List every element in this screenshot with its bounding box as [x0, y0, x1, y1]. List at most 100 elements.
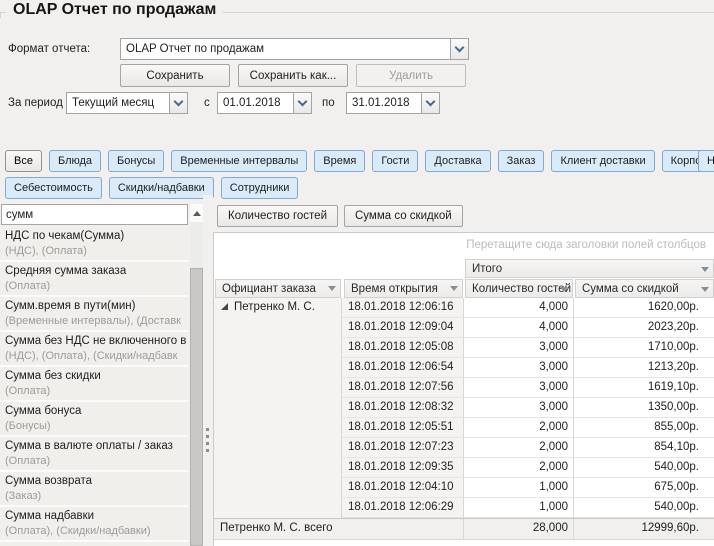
open-time-cell[interactable]: 18.01.2018 12:04:10: [342, 478, 464, 498]
open-time-cell[interactable]: 18.01.2018 12:05:08: [342, 338, 464, 358]
discount-sum-cell[interactable]: 1710,00р.: [574, 338, 714, 358]
discount-sum-cell[interactable]: 1213,20р.: [574, 358, 714, 378]
table-row[interactable]: 18.01.2018 12:04:10 1,000 675,00р.: [342, 478, 714, 498]
measure-chip[interactable]: Количество гостей: [217, 205, 338, 227]
discount-sum-cell[interactable]: 540,00р.: [574, 498, 714, 518]
guest-count-cell[interactable]: 2,000: [464, 418, 574, 438]
field-list-item[interactable]: Сумм.время в пути(мин) (Временные интерв…: [0, 297, 188, 330]
open-time-cell[interactable]: 18.01.2018 12:06:29: [342, 498, 464, 518]
discount-sum-cell[interactable]: 540,00р.: [574, 458, 714, 478]
filter-icon[interactable]: [701, 267, 709, 272]
table-row[interactable]: 18.01.2018 12:09:04 4,000 2023,20р.: [342, 318, 714, 338]
scroll-up-button[interactable]: [190, 204, 203, 222]
expand-icon[interactable]: [221, 303, 228, 310]
category-button[interactable]: Заказ: [498, 150, 545, 172]
filter-icon[interactable]: [701, 287, 709, 292]
chevron-down-icon[interactable]: [421, 93, 439, 113]
discount-sum-cell[interactable]: 854,10р.: [574, 438, 714, 458]
table-row[interactable]: 18.01.2018 12:06:29 1,000 540,00р.: [342, 498, 714, 518]
table-row[interactable]: 18.01.2018 12:05:51 2,000 855,00р.: [342, 418, 714, 438]
date-to-select[interactable]: 31.01.2018: [346, 92, 440, 114]
guest-count-cell[interactable]: 1,000: [464, 498, 574, 518]
filter-icon[interactable]: [560, 287, 568, 292]
chevron-down-icon[interactable]: [293, 93, 311, 113]
field-list-item[interactable]: Сумма бонуса (Бонусы): [0, 402, 188, 435]
discount-sum-cell[interactable]: 855,00р.: [574, 418, 714, 438]
field-name: Сумма надбавки: [5, 508, 188, 524]
discount-sum-cell[interactable]: 1620,00р.: [574, 298, 714, 318]
category-button[interactable]: Скидки/надбавки: [109, 177, 214, 199]
table-row[interactable]: 18.01.2018 12:08:32 3,000 1350,00р.: [342, 398, 714, 418]
chevron-down-icon[interactable]: [169, 93, 187, 113]
guest-count-cell[interactable]: 2,000: [464, 458, 574, 478]
guest-count-cell[interactable]: 1,000: [464, 478, 574, 498]
group-cell[interactable]: Петренко М. С.: [214, 298, 342, 518]
column-header-guests[interactable]: Количество гостей: [465, 279, 573, 298]
period-preset-select[interactable]: Текущий месяц: [66, 92, 188, 114]
save-button[interactable]: Сохранить: [120, 64, 230, 87]
guest-count-cell[interactable]: 3,000: [464, 398, 574, 418]
category-button[interactable]: Доставка: [425, 150, 490, 172]
column-header-open-time[interactable]: Время открытия: [344, 279, 463, 298]
category-button[interactable]: Себестоимость: [5, 177, 102, 199]
discount-sum-cell[interactable]: 1350,00р.: [574, 398, 714, 418]
category-button[interactable]: Сотрудники: [221, 177, 299, 199]
field-list-item[interactable]: Сумма без скидки (Оплата): [0, 367, 188, 400]
field-list-item[interactable]: Средняя сумма заказа (Оплата): [0, 262, 188, 295]
open-time-cell[interactable]: 18.01.2018 12:05:51: [342, 418, 464, 438]
clipped-list-item[interactable]: [0, 542, 188, 546]
field-list-scrollbar[interactable]: [190, 204, 203, 546]
discount-sum-cell[interactable]: 1619,10р.: [574, 378, 714, 398]
delete-button[interactable]: Удалить: [356, 64, 466, 87]
guest-count-cell[interactable]: 3,000: [464, 378, 574, 398]
open-time-cell[interactable]: 18.01.2018 12:09:35: [342, 458, 464, 478]
category-button[interactable]: Временные интервалы: [171, 150, 307, 172]
discount-sum-cell[interactable]: 2023,20р.: [574, 318, 714, 338]
field-search-input[interactable]: [1, 204, 188, 225]
chevron-down-icon[interactable]: [450, 39, 468, 59]
table-row[interactable]: 18.01.2018 12:09:35 2,000 540,00р.: [342, 458, 714, 478]
open-time-cell[interactable]: 18.01.2018 12:09:04: [342, 318, 464, 338]
sort-icon[interactable]: [328, 286, 336, 291]
category-button[interactable]: Клиент доставки: [551, 150, 654, 172]
date-from-select[interactable]: 01.01.2018: [217, 92, 312, 114]
table-row[interactable]: 18.01.2018 12:06:54 3,000 1213,20р.: [342, 358, 714, 378]
discount-sum-cell[interactable]: 675,00р.: [574, 478, 714, 498]
guest-count-cell[interactable]: 4,000: [464, 298, 574, 318]
save-as-button[interactable]: Сохранить как...: [238, 64, 348, 87]
guest-count-cell[interactable]: 4,000: [464, 318, 574, 338]
category-button[interactable]: Время: [314, 150, 365, 172]
guest-count-cell[interactable]: 2,000: [464, 438, 574, 458]
panel-splitter[interactable]: [203, 195, 213, 546]
field-list-item[interactable]: Сумма надбавки (Оплата), (Скидки/надбавк…: [0, 507, 188, 540]
column-dropzone[interactable]: Перетащите сюда заголовки полей столбцов: [214, 233, 714, 258]
open-time-cell[interactable]: 18.01.2018 12:06:16: [342, 298, 464, 318]
category-all-button[interactable]: Все: [5, 150, 42, 172]
sort-icon[interactable]: [450, 286, 458, 291]
guest-count-cell[interactable]: 3,000: [464, 358, 574, 378]
category-button[interactable]: Блюда: [49, 150, 101, 172]
report-format-select[interactable]: OLAP Отчет по продажам: [120, 38, 469, 60]
category-button[interactable]: Бонусы: [108, 150, 164, 172]
open-time-cell[interactable]: 18.01.2018 12:07:23: [342, 438, 464, 458]
table-row[interactable]: 18.01.2018 12:05:08 3,000 1710,00р.: [342, 338, 714, 358]
table-row[interactable]: 18.01.2018 12:07:23 2,000 854,10р.: [342, 438, 714, 458]
field-list-item[interactable]: Сумма без НДС не включенного в с (НДС), …: [0, 332, 188, 365]
field-list-item[interactable]: Сумма в валюте оплаты / заказ (Оплата): [0, 437, 188, 470]
measure-chip[interactable]: Сумма со скидкой: [344, 205, 463, 227]
table-row[interactable]: 18.01.2018 12:07:56 3,000 1619,10р.: [342, 378, 714, 398]
table-row[interactable]: 18.01.2018 12:06:16 4,000 1620,00р.: [342, 298, 714, 318]
scrollbar-thumb[interactable]: [190, 268, 203, 546]
category-button-clipped[interactable]: НДС: [698, 150, 714, 172]
guest-count-cell[interactable]: 3,000: [464, 338, 574, 358]
totals-column-header[interactable]: Итого: [465, 259, 714, 278]
column-header-waiter[interactable]: Официант заказа: [215, 279, 341, 298]
open-time-cell[interactable]: 18.01.2018 12:08:32: [342, 398, 464, 418]
open-time-cell[interactable]: 18.01.2018 12:07:56: [342, 378, 464, 398]
field-list-item[interactable]: Сумма возврата (Заказ): [0, 472, 188, 505]
open-time-cell[interactable]: 18.01.2018 12:06:54: [342, 358, 464, 378]
field-categories: (НДС), (Оплата): [5, 244, 188, 258]
field-list-item[interactable]: НДС по чекам(Сумма) (НДС), (Оплата): [0, 227, 188, 260]
category-button[interactable]: Гости: [372, 150, 418, 172]
column-header-discount-sum[interactable]: Сумма со скидкой: [575, 279, 714, 298]
